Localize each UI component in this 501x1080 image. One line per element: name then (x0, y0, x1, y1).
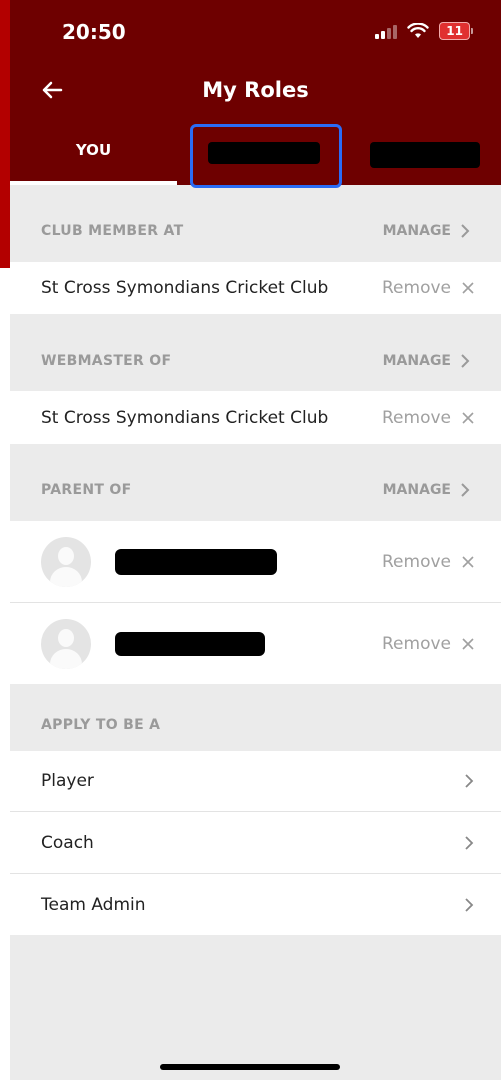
manage-club-member-button[interactable]: MANAGE (383, 223, 471, 239)
close-icon (462, 282, 474, 294)
close-icon (462, 637, 474, 650)
webmaster-row: St Cross Symondians Cricket Club Remove (10, 391, 501, 444)
section-title: PARENT OF (41, 482, 132, 498)
remove-child-button[interactable]: Remove (382, 552, 475, 572)
section-header-parent: PARENT OF MANAGE (10, 464, 501, 516)
section-title: APPLY TO BE A (41, 717, 161, 733)
manage-parent-button[interactable]: MANAGE (383, 482, 471, 498)
section-header-apply: APPLY TO BE A (10, 700, 501, 750)
app-header: 20:50 11 My Roles YOU (10, 0, 501, 188)
child-row: Remove (10, 603, 501, 684)
club-name: St Cross Symondians Cricket Club (41, 278, 329, 298)
apply-team-admin-row[interactable]: Team Admin (10, 874, 501, 935)
club-name: St Cross Symondians Cricket Club (41, 407, 329, 428)
manage-webmaster-button[interactable]: MANAGE (383, 353, 471, 369)
page-title: My Roles (202, 78, 309, 102)
app-screen: 20:50 11 My Roles YOU CLUB MEMBER AT MAN… (10, 0, 501, 1080)
remove-webmaster-button[interactable]: Remove (382, 408, 475, 428)
chevron-right-icon (465, 835, 474, 850)
section-header-webmaster: WEBMASTER OF MANAGE (10, 335, 501, 387)
child-row: Remove (10, 521, 501, 602)
remove-club-member-button[interactable]: Remove (382, 278, 475, 298)
apply-option-label: Coach (41, 832, 94, 853)
battery-level: 11 (439, 22, 470, 40)
redacted-child-name (115, 548, 277, 575)
apply-option-label: Player (41, 771, 94, 791)
redacted-tab-label (370, 142, 480, 168)
section-title: WEBMASTER OF (41, 353, 172, 369)
tab-you-label: YOU (75, 141, 112, 159)
signal-icon (375, 23, 398, 39)
left-edge-blank (0, 268, 10, 1080)
tab-you[interactable]: YOU (10, 140, 177, 185)
section-header-club-member: CLUB MEMBER AT MANAGE (10, 205, 501, 257)
redacted-child-name (115, 631, 265, 656)
chevron-right-icon (461, 354, 470, 368)
avatar (41, 618, 91, 669)
avatar (41, 536, 91, 587)
chevron-right-icon (465, 774, 474, 788)
wifi-icon (407, 23, 429, 38)
apply-coach-row[interactable]: Coach (10, 812, 501, 873)
left-edge-strip (0, 0, 10, 268)
section-title: CLUB MEMBER AT (41, 223, 184, 239)
chevron-right-icon (461, 224, 470, 238)
chevron-right-icon (465, 897, 474, 912)
tab-redacted-2[interactable] (365, 140, 485, 185)
remove-child-button[interactable]: Remove (382, 634, 475, 654)
status-icons: 11 (375, 22, 473, 40)
close-icon (462, 411, 474, 424)
chevron-right-icon (461, 483, 470, 497)
annotation-highlight-box (190, 124, 342, 188)
close-icon (462, 555, 474, 568)
apply-option-label: Team Admin (41, 894, 146, 915)
battery-icon: 11 (439, 22, 473, 40)
status-time: 20:50 (62, 20, 126, 44)
club-member-row: St Cross Symondians Cricket Club Remove (10, 262, 501, 314)
tab-active-underline (10, 181, 177, 185)
home-indicator[interactable] (160, 1064, 340, 1070)
apply-player-row[interactable]: Player (10, 751, 501, 811)
